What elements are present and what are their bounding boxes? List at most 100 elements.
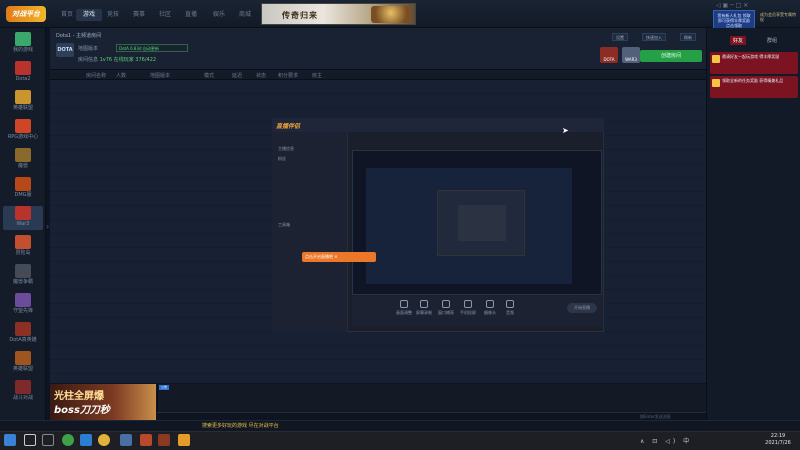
game-label: 英雄联盟 [12,105,33,111]
start-icon[interactable] [4,434,16,446]
game-label: War3 [16,221,30,227]
app-icon[interactable] [80,434,92,446]
tool-icon [464,300,472,308]
card-text: 领取全新的任务奖励 获得精美礼品 [722,78,784,83]
stream-side-item[interactable]: 主播信息 [278,146,294,152]
start-stream-button[interactable]: 开始直播 [567,303,597,313]
stream-titlebar [272,118,604,132]
room-info-extra: 在线玩家 376/422 [113,57,157,63]
col-header[interactable]: 延迟 [232,72,242,79]
game-badge: DOTA [56,43,74,57]
banner-line2: boss刀刀秒 [54,405,110,416]
sidebar-game-10[interactable]: DotA真英雄 [3,322,43,346]
chrome-icon[interactable] [98,434,110,446]
nav-tab-live[interactable]: 直播 [178,9,204,21]
sidebar-game-12[interactable]: 战斗对战 [3,380,43,404]
chat-input[interactable] [157,412,706,420]
tool-label: 画面调整 [396,310,412,315]
sidebar-game-6[interactable]: War3 [3,206,43,230]
stream-tool[interactable]: 手机投屏 [458,300,478,316]
stream-tool[interactable]: 音频 [500,300,520,316]
room-info-label: 房间信息 [78,57,99,63]
tool-label: 手机投屏 [460,310,476,315]
col-header[interactable]: 房间名称 [86,72,106,79]
tool-icon [442,300,450,308]
stream-side-item[interactable]: 粉丝 [278,156,286,162]
col-header[interactable]: 地图版本 [150,72,170,79]
friend-card[interactable]: 领取全新的任务奖励 获得精美礼品 [710,76,798,98]
sidebar-game-2[interactable]: 英雄联盟 [3,90,43,114]
nav-tab-shop[interactable]: 商城 [232,9,258,21]
stream-tool[interactable]: 屏幕录制 [414,300,434,316]
sidebar-game-3[interactable]: RPG游戏中心 [3,119,43,143]
ad-banner[interactable]: 传奇归来 [261,3,416,25]
col-header[interactable]: 房主 [312,72,322,79]
stream-app-icon[interactable] [178,434,190,446]
game-icon [15,148,31,162]
status-message[interactable]: 搜索更多好玩的游戏 尽在对战平台 [202,422,279,429]
clock-time: 22:19 [770,433,786,439]
sidebar-game-1[interactable]: Dota2 [3,61,43,85]
browser-icon[interactable] [62,434,74,446]
sidebar-game-4[interactable]: 魔兽 [3,148,43,172]
nav-tab-community[interactable]: 社区 [152,9,178,21]
bottom-ad-banner[interactable]: 光柱全屏爆 boss刀刀秒 [50,384,156,420]
war3-mini-logo[interactable]: WAR3 [622,47,640,63]
col-header[interactable]: 积分要求 [278,72,298,79]
col-header[interactable]: 模式 [204,72,214,79]
game-icon [15,351,31,365]
settings-button[interactable]: 设置 [612,33,628,41]
system-tray[interactable]: ∧ ⊡ ◁) 中 [640,436,752,445]
room-breadcrumb: Dota1 - 主频道房间 [56,33,102,39]
game-label: 冒险岛 [15,250,31,256]
preview-nested-screen-3 [458,205,506,241]
sidebar-game-7[interactable]: 冒险岛 [3,235,43,259]
create-room-button[interactable]: 创建房间 [640,50,702,62]
sidebar-game-11[interactable]: 英雄联盟 [3,351,43,375]
col-header[interactable]: 人数 [116,72,126,79]
search-icon[interactable] [24,434,36,446]
dota-mini-logo[interactable]: DOTA [600,47,618,63]
game-label: 我的游戏 [12,47,33,53]
window-controls[interactable]: ◁ ▣ ─ □ ✕ [716,2,796,10]
sidebar-game-5[interactable]: DMG服 [3,177,43,201]
chat-tag: 公告 [159,385,169,390]
stream-tool[interactable]: 窗口捕获 [436,300,456,316]
sidebar-game-8[interactable]: 魔兽争霸 [3,264,43,288]
stream-logo: 直播伴侣 [276,123,301,130]
sidebar-game-0[interactable]: 我的游戏 [3,32,43,56]
nav-tab-fun[interactable]: 娱乐 [206,9,232,21]
stream-side-panel: 主播信息 粉丝 工具箱 [272,132,348,332]
quick-join-button[interactable]: 快速加入 [642,33,666,41]
sidebar-game-9[interactable]: 守望先锋 [3,293,43,317]
friend-card[interactable]: 邀请好友一起玩游戏 得丰厚奖励 [710,52,798,74]
app-icon[interactable] [120,434,132,446]
stream-side-item[interactable]: 工具箱 [278,222,290,228]
start-stream-tip[interactable]: 点击开启直播吧 ✕ [302,252,376,262]
notice-icon [712,79,720,87]
tab-groups[interactable]: 群组 [764,36,780,45]
tool-label: 摄像头 [484,310,496,315]
app-logo[interactable]: 对战平台 [6,6,46,22]
game-icon [15,90,31,104]
game-icon [15,61,31,75]
nav-tab-events[interactable]: 赛事 [126,9,152,21]
tool-icon [400,300,408,308]
game-app-icon[interactable] [158,434,170,446]
stream-tool[interactable]: 画面调整 [394,300,414,316]
refresh-button[interactable]: 刷新 [680,33,696,41]
task-view-icon[interactable] [42,434,54,446]
stream-tool[interactable]: 摄像头 [480,300,500,316]
nav-tab-games[interactable]: 游戏 [76,9,102,21]
map-label: 地图版本 [78,46,99,52]
game-label: 守望先锋 [12,308,33,314]
game-app-icon[interactable] [140,434,152,446]
game-icon [15,322,31,336]
tab-friends[interactable]: 好友 [730,36,747,45]
banner-text: 传奇归来 [282,11,318,20]
map-version-select[interactable]: DotA 6.83d 自动更新 [116,44,188,52]
col-header[interactable]: 状态 [256,72,266,79]
tool-label: 窗口捕获 [438,310,454,315]
taskbar-clock[interactable]: 22:19 2021/7/26 [758,433,798,447]
nav-tab-competition[interactable]: 竞技 [100,9,126,21]
